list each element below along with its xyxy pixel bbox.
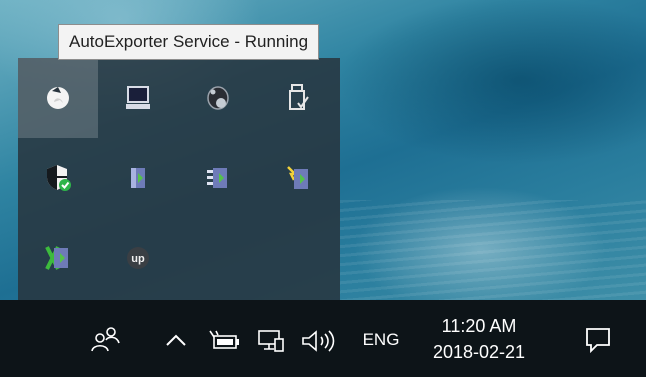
input-language-button[interactable]: ENG [352,326,410,354]
app-icon [207,168,227,188]
tray-item-app-4[interactable] [18,218,98,298]
action-center-button[interactable] [578,322,618,358]
chevron-up-icon [166,334,186,346]
tray-item-speaker[interactable] [178,58,258,138]
tray-item-app-3[interactable] [258,138,338,218]
language-label: ENG [362,330,400,349]
action-center-icon [586,328,610,354]
battery-button[interactable] [208,328,242,354]
app-icon [131,168,145,188]
tray-item-autoexporter[interactable] [18,58,98,138]
people-button[interactable] [85,322,125,356]
usb-drive-icon [289,84,309,110]
upwork-icon: up [127,247,149,269]
windows-defender-shield-icon [47,165,71,191]
volume-button[interactable] [299,327,339,355]
taskbar: ENG 11:20 AM 2018-02-21 [0,300,646,377]
notification-area-overflow: up [18,58,340,300]
tray-item-app-2[interactable] [178,138,258,218]
speaker-icon [207,86,229,110]
touchpad-icon [126,86,150,109]
tray-item-usb[interactable] [258,58,338,138]
show-hidden-icons-button[interactable] [162,326,190,354]
tray-item-app-1[interactable] [98,138,178,218]
clock-time: 11:20 AM [441,315,517,336]
battery-charging-icon [209,330,239,349]
speaker-volume-icon [302,330,335,352]
clock-date: 2018-02-21 [432,341,526,362]
tray-item-touchpad[interactable] [98,58,178,138]
svg-text:up: up [131,253,145,265]
app-icon [287,166,308,189]
people-icon [91,327,120,352]
tray-item-defender[interactable] [18,138,98,218]
tooltip-text: AutoExporter Service - Running [69,32,309,51]
tooltip: AutoExporter Service - Running [58,24,320,60]
network-icon [258,330,284,352]
autoexporter-service-icon [47,87,69,109]
network-button[interactable] [254,327,288,355]
app-icon [45,246,68,270]
tray-item-upwork[interactable]: up [98,218,178,298]
clock-button[interactable]: 11:20 AM 2018-02-21 [420,300,538,377]
